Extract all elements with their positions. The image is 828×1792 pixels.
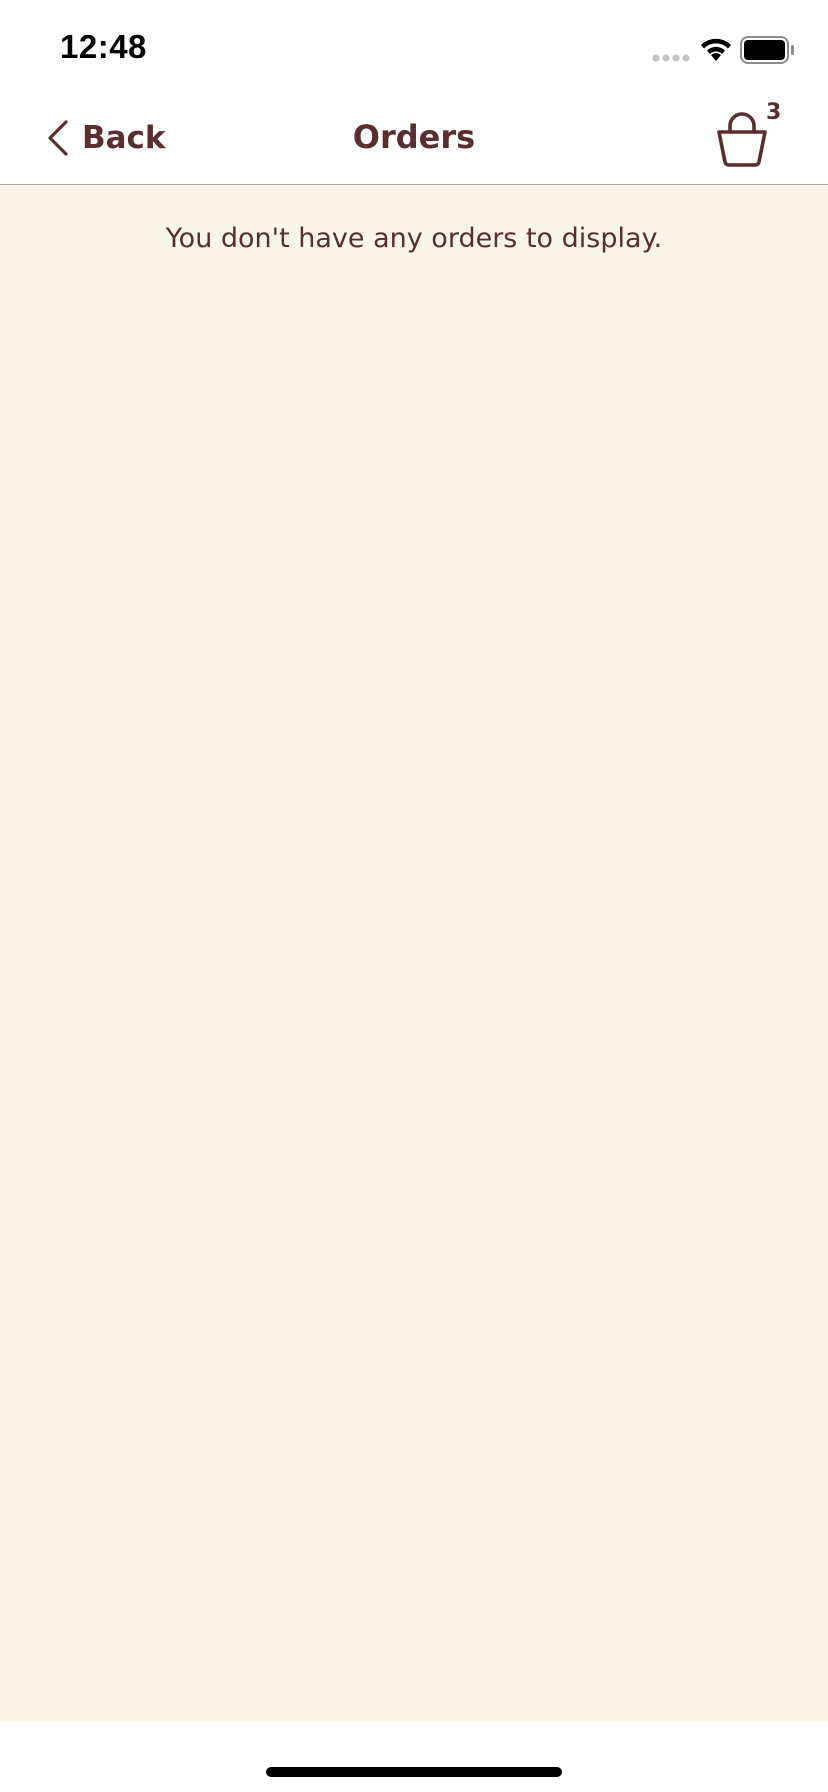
cart-count-badge: 3: [766, 100, 782, 125]
basket-icon: [717, 112, 767, 167]
battery-icon: [740, 36, 794, 64]
home-indicator-area: [0, 1722, 828, 1792]
orders-list-area: You don't have any orders to display.: [0, 185, 828, 1722]
cart-button[interactable]: 3: [712, 100, 792, 176]
navigation-bar: Back Orders 3: [0, 92, 828, 185]
wifi-icon: [701, 38, 731, 61]
status-time: 12:48: [60, 28, 147, 65]
page-title: Orders: [352, 118, 476, 156]
home-indicator[interactable]: [266, 1767, 562, 1777]
orders-screen: 12:48 Back Orders 3 You don't have any o…: [0, 0, 828, 1792]
status-bar: 12:48: [0, 0, 828, 92]
cellular-signal-icon: [652, 54, 690, 62]
empty-orders-message: You don't have any orders to display.: [165, 223, 663, 254]
